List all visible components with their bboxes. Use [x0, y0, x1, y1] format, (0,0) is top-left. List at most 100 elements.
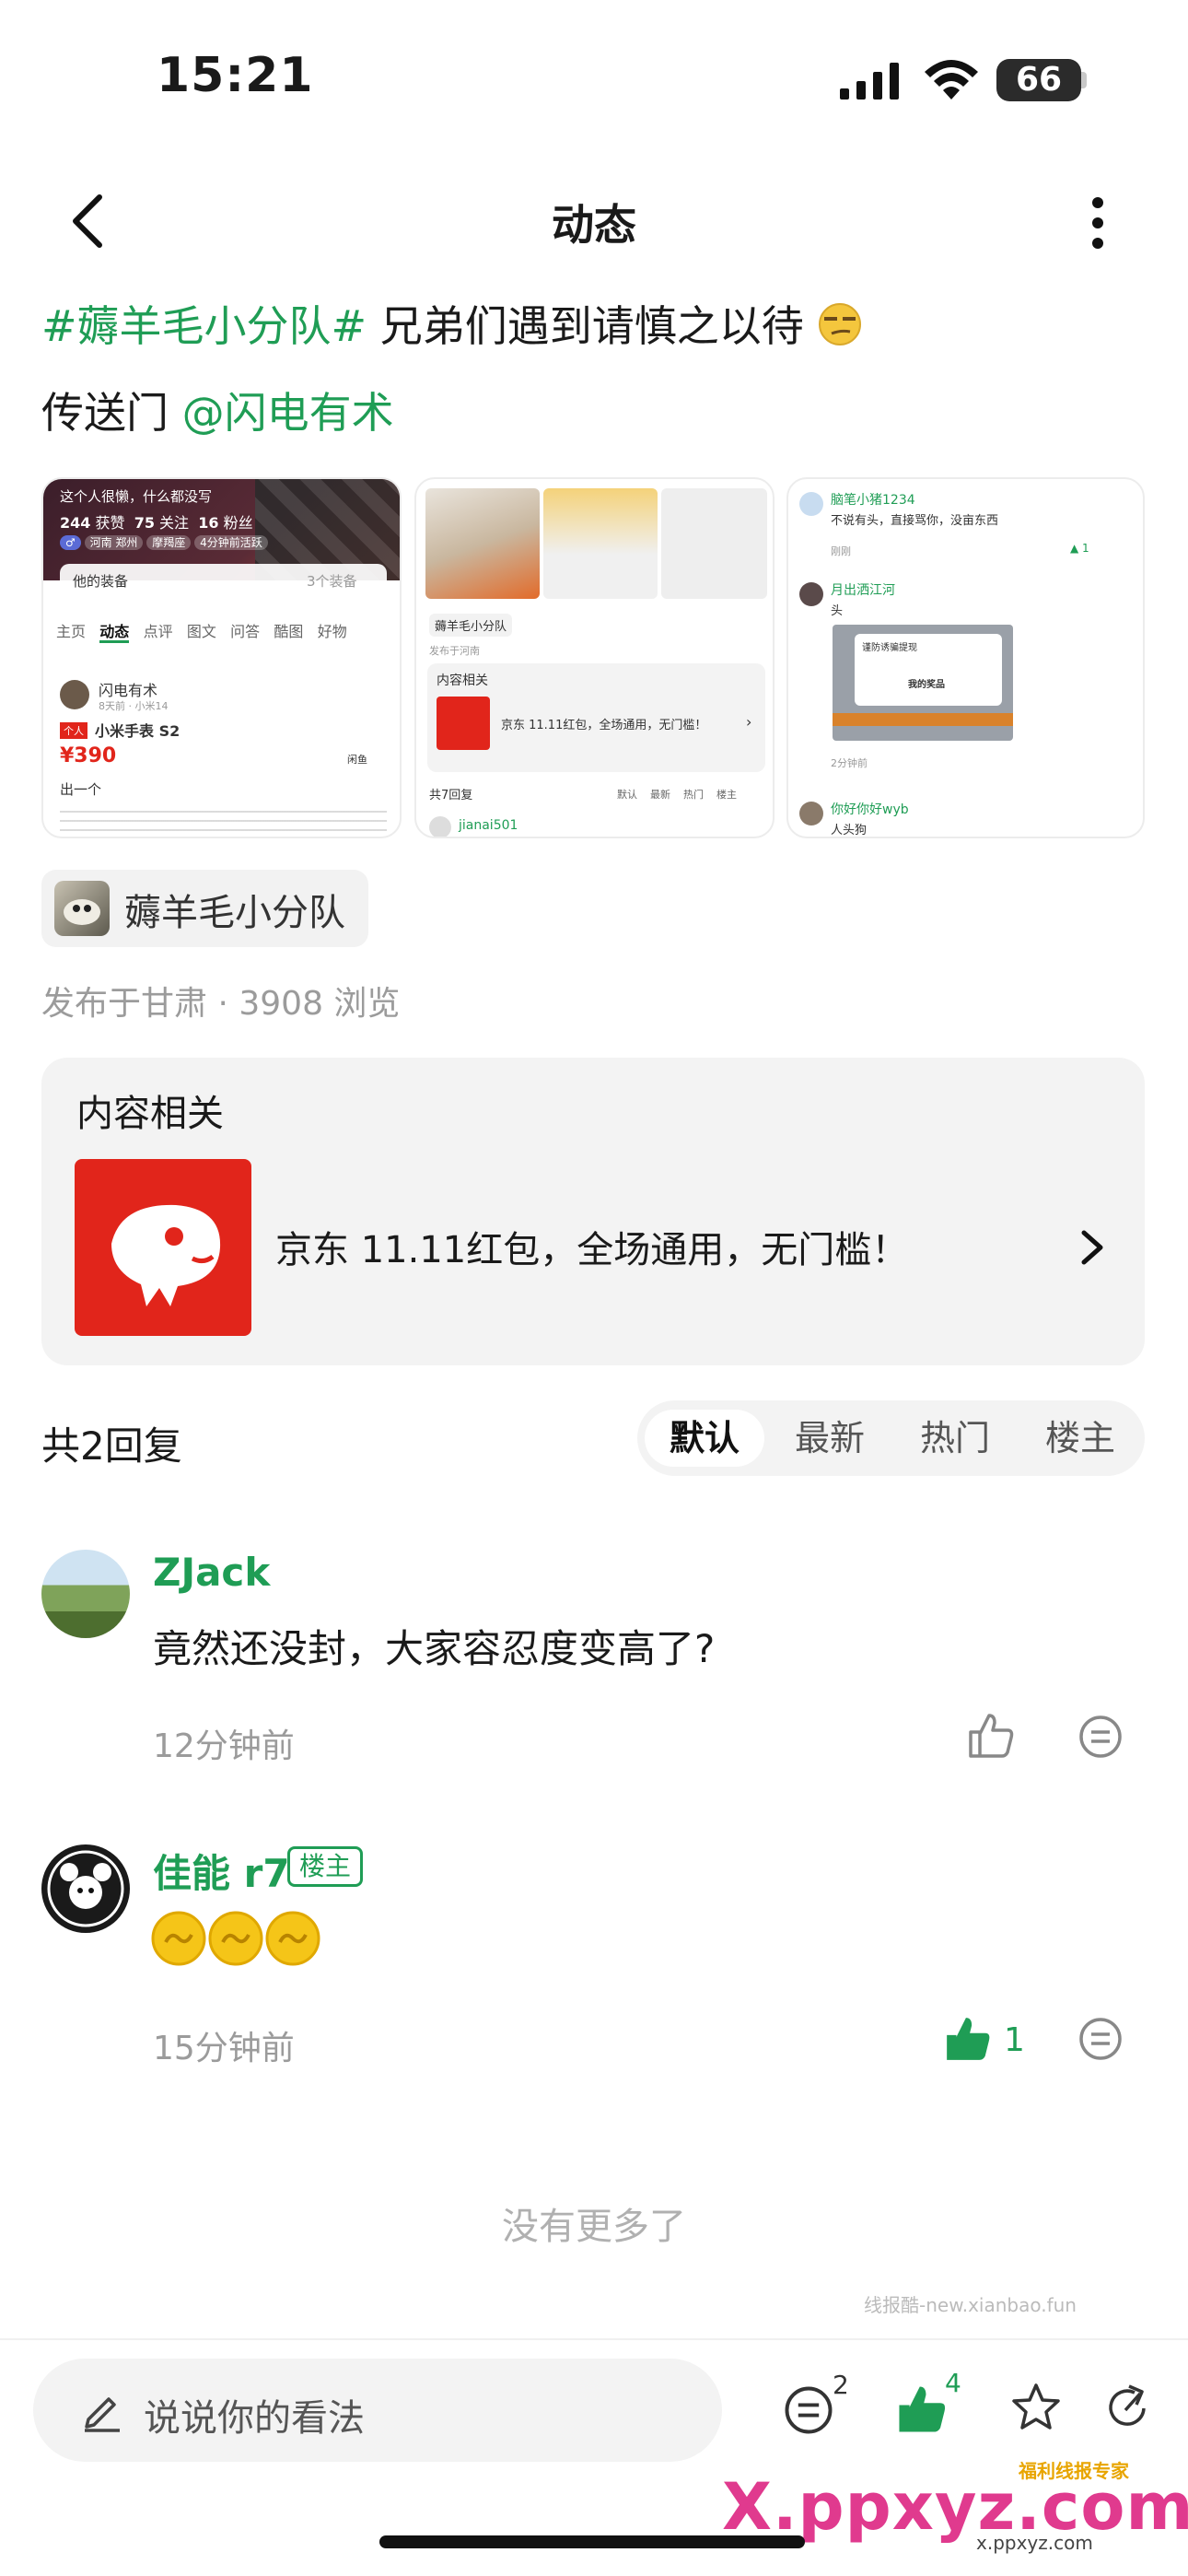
- comment-input-placeholder: 说说你的看法: [144, 2397, 365, 2440]
- post-text-line1: #薅羊毛小分队# 兄弟们遇到请慎之以待: [41, 297, 863, 356]
- thumb1-meta: 8天前 · 小米14: [99, 700, 169, 712]
- home-indicator: [379, 2535, 805, 2548]
- thumb1-tab-active: 动态: [99, 623, 130, 643]
- related-item[interactable]: 京东 11.11红包，全场通用，无门槛！: [75, 1159, 1115, 1336]
- thumb2-related-title: 内容相关: [437, 673, 488, 688]
- reply-comment-icon[interactable]: [1077, 1714, 1124, 1760]
- thumb1-equip-count: 3个装备: [307, 573, 357, 590]
- battery-cap: [1081, 72, 1087, 88]
- reply-comment-icon[interactable]: [1077, 2016, 1124, 2062]
- post-body-text: 兄弟们遇到请慎之以待: [379, 301, 804, 351]
- thumb3-time-1: 刚刚: [831, 545, 851, 557]
- like-post-icon[interactable]: [895, 2383, 949, 2436]
- thumb1-text: 出一个: [60, 781, 102, 798]
- thumb2-reply-count: 共7回复: [429, 789, 473, 802]
- thumb1-equip-bar: 他的装备 3个装备: [60, 564, 387, 597]
- thumb1-tag: 河南 郑州: [84, 535, 144, 550]
- sort-op-only[interactable]: 楼主: [1020, 1410, 1140, 1467]
- thumb2-sorts: 默认 最新 热门 楼主: [617, 787, 737, 802]
- op-badge: 楼主: [287, 1846, 364, 1887]
- coin-emoji-icon: [151, 1911, 206, 1966]
- thumb2-sort: 楼主: [716, 789, 737, 801]
- thumb1-tab: 酷图: [274, 623, 304, 640]
- thumb3-popup-title: 谨防诱骗提现: [862, 643, 917, 653]
- thumb2-sort: 默认: [617, 789, 637, 801]
- pencil-icon: [81, 2388, 123, 2432]
- thumb2-sort: 最新: [650, 789, 670, 801]
- thumb2-chevron-icon: ›: [746, 713, 752, 731]
- sort-newest[interactable]: 最新: [770, 1410, 890, 1467]
- thumb1-follow-num: 75: [134, 514, 155, 532]
- like-icon-active[interactable]: [943, 2014, 993, 2064]
- comment-time: 15分钟前: [153, 2030, 295, 2067]
- thumb2-chip: 薅羊毛小分队: [429, 614, 513, 637]
- comment-text: 竟然还没封，大家容忍度变高了?: [153, 1626, 716, 1671]
- thumb3-user-2: 月出洒江河: [831, 583, 895, 598]
- thumb1-tags: ♂ 河南 郑州 摩羯座 4分钟前活跃: [60, 534, 268, 550]
- thumb3-avatar-2: [799, 582, 823, 606]
- post-image-2[interactable]: 薅羊毛小分队 发布于河南 内容相关 京东 11.11红包，全场通用，无门槛！ ›…: [414, 477, 775, 838]
- comment-avatar[interactable]: [41, 1550, 130, 1638]
- related-title: 内容相关: [76, 1093, 224, 1135]
- thumb1-avatar: [60, 680, 89, 709]
- page-title: 动态: [552, 200, 636, 250]
- comment-author[interactable]: 佳能 r7: [153, 1843, 290, 1899]
- thumb1-equip-label: 他的装备: [73, 573, 129, 590]
- thumb2-commenter-avatar: [429, 816, 451, 837]
- comment-author[interactable]: ZJack: [153, 1550, 270, 1595]
- battery-indicator: 66: [996, 59, 1081, 101]
- watermark-text: 线报酷-new.xianbao.fun: [864, 2294, 1077, 2316]
- thumb2-commenter: jianai501: [459, 818, 518, 833]
- related-content-card: 内容相关 京东 11.11红包，全场通用，无门槛！: [41, 1058, 1145, 1365]
- mention-link[interactable]: @闪电有术: [182, 388, 394, 438]
- thumb1-fans-label: 粉丝: [223, 514, 253, 532]
- thumb3-text-1: 不说有头，直接骂你，没亩东西: [831, 514, 999, 528]
- chevron-right-icon: [1078, 1229, 1106, 1266]
- thumb1-text-lines: [60, 811, 387, 833]
- thumb1-stats: 244 获赞 75 关注 16 粉丝: [60, 510, 253, 533]
- post-image-1[interactable]: 这个人很懒，什么都没写 244 获赞 75 关注 16 粉丝 ♂ 河南 郑州 摩…: [41, 477, 402, 838]
- comments-icon[interactable]: [783, 2384, 834, 2436]
- thumb1-price: ¥390: [60, 744, 117, 767]
- thumb3-popup-prize: 我的奖品: [908, 680, 945, 690]
- more-icon[interactable]: [1087, 195, 1109, 251]
- signal-icon: [840, 63, 901, 100]
- star-icon[interactable]: [1009, 2381, 1063, 2434]
- thumb2-photo-a: [425, 488, 540, 599]
- jd-logo-icon: [75, 1159, 251, 1336]
- thumb3-popup: 谨防诱骗提现 我的奖品: [855, 634, 1002, 706]
- share-icon[interactable]: [1101, 2381, 1155, 2434]
- comment-input[interactable]: 说说你的看法: [33, 2359, 722, 2462]
- post-location: 发布于甘肃: [41, 985, 208, 1023]
- topic-chip[interactable]: 薅羊毛小分队: [41, 870, 368, 947]
- smirk-emoji-icon: [817, 299, 863, 348]
- thumb1-user: 闪电有术: [99, 682, 158, 699]
- watermark-subdomain: x.ppxyz.com: [976, 2532, 1093, 2554]
- thumb2-loc: 发布于河南: [429, 645, 480, 657]
- reply-count: 共2回复: [41, 1423, 182, 1469]
- thumb2-photo-c: [661, 488, 767, 599]
- sort-default[interactable]: 默认: [645, 1410, 764, 1467]
- topic-avatar: [54, 881, 110, 936]
- post-text-line2: 传送门 @闪电有术: [41, 383, 394, 442]
- thumb3-like-1: ▲ 1: [1070, 542, 1089, 555]
- thumb1-header-text: 这个人很懒，什么都没写: [60, 488, 213, 505]
- sort-hot[interactable]: 热门: [895, 1410, 1015, 1467]
- thumb1-fans-num: 16: [198, 514, 219, 532]
- thumb3-avatar-3: [799, 802, 823, 825]
- thumb3-avatar-1: [799, 492, 823, 516]
- thumb3-time-2: 2分钟前: [831, 757, 868, 769]
- like-icon[interactable]: [967, 1712, 1015, 1760]
- comment-like-count: 1: [1004, 2021, 1025, 2059]
- thumb3-screenshot: 谨防诱骗提现 我的奖品: [833, 625, 1013, 741]
- no-more-text: 没有更多了: [502, 2206, 686, 2248]
- thumb3-user-1: 脑笔小猪1234: [831, 493, 915, 508]
- post-meta: 发布于甘肃 · 3908 浏览: [41, 985, 401, 1023]
- post-image-3[interactable]: 脑笔小猪1234 不说有头，直接骂你，没亩东西 刚刚 ▲ 1 月出洒江河 头 谨…: [786, 477, 1145, 838]
- topic-hashtag-link[interactable]: #薅羊毛小分队#: [41, 301, 367, 351]
- thumb3-user-3: 你好你好wyb: [831, 802, 909, 817]
- coin-emoji-icon: [265, 1911, 320, 1966]
- comment-avatar[interactable]: [41, 1844, 130, 1933]
- thumb3-text-2: 头: [831, 604, 844, 618]
- thumb1-product: 小米手表 S2: [95, 722, 181, 740]
